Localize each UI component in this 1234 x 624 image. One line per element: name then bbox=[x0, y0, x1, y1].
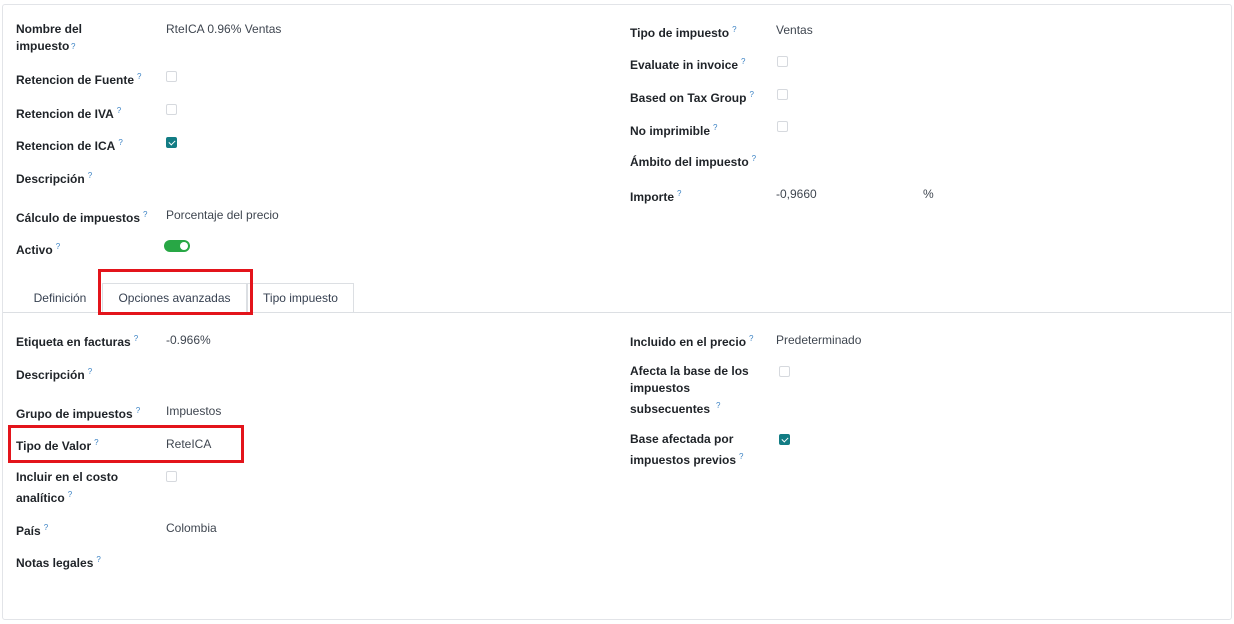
tab-tipo-impuesto[interactable]: Tipo impuesto bbox=[247, 283, 354, 312]
retencion-iva-label: Retencion de IVA? bbox=[16, 106, 122, 121]
descripcion-label: Descripción? bbox=[16, 171, 93, 186]
tipo-impuesto-value[interactable]: Ventas bbox=[776, 22, 813, 39]
retencion-ica-checkbox[interactable] bbox=[166, 137, 177, 148]
etiqueta-facturas-value[interactable]: -0.966% bbox=[166, 332, 211, 349]
tipo-valor-label: Tipo de Valor? bbox=[16, 438, 99, 453]
calculo-impuestos-value[interactable]: Porcentaje del precio bbox=[166, 207, 279, 224]
incluido-precio-value[interactable]: Predeterminado bbox=[776, 332, 861, 349]
incluir-costo-checkbox[interactable] bbox=[166, 471, 177, 482]
notas-legales-label: Notas legales? bbox=[16, 555, 101, 570]
no-imprimible-label: No imprimible? bbox=[630, 123, 718, 138]
calculo-impuestos-label: Cálculo de impuestos? bbox=[16, 210, 148, 225]
based-tax-group-label: Based on Tax Group? bbox=[630, 90, 754, 105]
based-tax-group-checkbox[interactable] bbox=[777, 89, 788, 100]
importe-label: Importe? bbox=[630, 189, 682, 204]
nombre-impuesto-label: Nombre del impuesto? bbox=[16, 22, 83, 53]
retencion-ica-label: Retencion de ICA? bbox=[16, 138, 123, 153]
importe-unit: % bbox=[923, 187, 934, 201]
afecta-base-label: Afecta la base de los impuestos subsecue… bbox=[630, 364, 749, 416]
tab-opciones-avanzadas[interactable]: Opciones avanzadas bbox=[102, 283, 247, 313]
ambito-impuesto-label: Ámbito del impuesto? bbox=[630, 154, 757, 169]
etiqueta-facturas-label: Etiqueta en facturas? bbox=[16, 334, 139, 349]
grupo-impuestos-value[interactable]: Impuestos bbox=[166, 403, 221, 420]
retencion-fuente-checkbox[interactable] bbox=[166, 71, 177, 82]
tax-form-sheet: Nombre del impuesto? RteICA 0.96% Ventas… bbox=[2, 4, 1232, 620]
grupo-impuestos-label: Grupo de impuestos? bbox=[16, 406, 141, 421]
incluido-precio-label: Incluido en el precio? bbox=[630, 334, 754, 349]
evaluate-invoice-checkbox[interactable] bbox=[777, 56, 788, 67]
nombre-impuesto-value[interactable]: RteICA 0.96% Ventas bbox=[166, 21, 281, 38]
evaluate-invoice-label: Evaluate in invoice? bbox=[630, 57, 746, 72]
no-imprimible-checkbox[interactable] bbox=[777, 121, 788, 132]
pais-value[interactable]: Colombia bbox=[166, 520, 217, 537]
pais-label: País? bbox=[16, 523, 49, 538]
base-afectada-checkbox[interactable] bbox=[779, 434, 790, 445]
tipo-impuesto-label: Tipo de impuesto? bbox=[630, 25, 737, 40]
importe-value[interactable]: -0,9660 bbox=[776, 186, 817, 203]
retencion-fuente-label: Retencion de Fuente? bbox=[16, 72, 142, 87]
descripcion-avanzada-label: Descripción? bbox=[16, 367, 93, 382]
afecta-base-checkbox[interactable] bbox=[779, 366, 790, 377]
incluir-costo-label: Incluir en el costo analítico? bbox=[16, 470, 119, 505]
retencion-iva-checkbox[interactable] bbox=[166, 104, 177, 115]
base-afectada-label: Base afectada por impuestos previos? bbox=[630, 432, 744, 467]
tab-definicion[interactable]: Definición bbox=[18, 283, 102, 312]
activo-toggle[interactable] bbox=[164, 240, 190, 252]
tipo-valor-value[interactable]: ReteICA bbox=[166, 436, 211, 453]
activo-label: Activo? bbox=[16, 242, 61, 257]
